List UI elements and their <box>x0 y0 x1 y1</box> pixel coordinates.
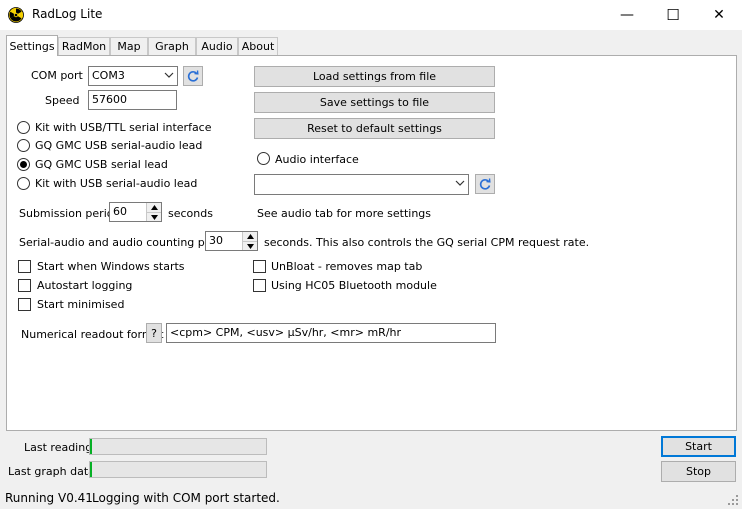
chevron-down-icon <box>150 214 158 220</box>
radio-gq-serial-audio-label: GQ GMC USB serial-audio lead <box>35 139 203 152</box>
serial-audio-period-value: 30 <box>209 234 223 247</box>
close-icon: ✕ <box>713 7 725 23</box>
tab-settings[interactable]: Settings <box>6 35 58 56</box>
submission-unit-label: seconds <box>168 207 213 220</box>
radio-gq-serial-audio[interactable] <box>17 139 30 152</box>
com-port-refresh-button[interactable] <box>183 66 203 86</box>
title-bar: RadLog Lite — ☐ ✕ <box>0 0 742 30</box>
com-port-select[interactable]: COM3 <box>88 66 178 86</box>
chevron-down-icon <box>455 180 465 186</box>
submission-period-label: Submission period <box>19 207 121 220</box>
checkbox-autostart-logging[interactable] <box>18 279 31 292</box>
chevron-down-icon <box>164 72 174 78</box>
last-reading-progress <box>89 438 267 455</box>
last-graph-progress <box>89 461 267 478</box>
radio-gq-serial-label: GQ GMC USB serial lead <box>35 158 168 171</box>
minimize-icon: — <box>620 7 634 23</box>
tab-audio[interactable]: Audio <box>196 37 238 55</box>
minimize-button[interactable]: — <box>604 0 650 30</box>
serial-audio-period-label: Serial-audio and audio counting period <box>19 236 233 249</box>
chevron-up-icon <box>150 205 158 210</box>
close-button[interactable]: ✕ <box>696 0 742 30</box>
checkbox-autostart-logging-label: Autostart logging <box>37 279 133 292</box>
audio-interface-select[interactable] <box>254 174 469 195</box>
readout-help-button[interactable]: ? <box>146 323 162 343</box>
readout-format-input[interactable]: <cpm> CPM, <usv> µSv/hr, <mr> mR/hr <box>166 323 496 343</box>
radio-kit-serial-audio-label: Kit with USB serial-audio lead <box>35 177 198 190</box>
load-settings-button[interactable]: Load settings from file <box>254 66 495 87</box>
radio-usb-ttl[interactable] <box>17 121 30 134</box>
maximize-icon: ☐ <box>666 6 680 24</box>
chevron-up-icon <box>246 234 254 239</box>
reset-settings-button[interactable]: Reset to default settings <box>254 118 495 139</box>
status-bar: Running V0.41 Logging with COM port star… <box>0 488 742 509</box>
radio-usb-ttl-label: Kit with USB/TTL serial interface <box>35 121 212 134</box>
audio-tab-note: See audio tab for more settings <box>257 207 432 220</box>
tab-radmon[interactable]: RadMon <box>58 37 110 55</box>
chevron-down-icon <box>246 243 254 249</box>
spin-up-button[interactable] <box>242 232 257 241</box>
submission-period-value: 60 <box>113 205 127 218</box>
radio-audio-interface[interactable] <box>257 152 270 165</box>
last-reading-progress-fill <box>90 439 92 454</box>
refresh-icon <box>479 178 491 190</box>
audio-interface-label: Audio interface <box>275 153 359 166</box>
last-graph-label: Last graph data <box>8 465 95 478</box>
status-version: V0.41 <box>58 491 93 505</box>
stop-button[interactable]: Stop <box>661 461 736 482</box>
serial-audio-period-spinner[interactable]: 30 <box>205 231 258 251</box>
spin-up-button[interactable] <box>146 203 161 212</box>
checkbox-start-minimised-label: Start minimised <box>37 298 125 311</box>
speed-input[interactable]: 57600 <box>88 90 177 110</box>
checkbox-start-with-windows-label: Start when Windows starts <box>37 260 185 273</box>
checkbox-hc05-label: Using HC05 Bluetooth module <box>271 279 437 292</box>
tab-map[interactable]: Map <box>110 37 148 55</box>
checkbox-unbloat[interactable] <box>253 260 266 273</box>
tab-about[interactable]: About <box>238 37 278 55</box>
tab-graph[interactable]: Graph <box>148 37 196 55</box>
readout-format-label: Numerical readout format <box>21 328 164 341</box>
spin-down-button[interactable] <box>242 241 257 250</box>
checkbox-start-minimised[interactable] <box>18 298 31 311</box>
window-title: RadLog Lite <box>32 7 103 21</box>
checkbox-unbloat-label: UnBloat - removes map tab <box>271 260 423 273</box>
audio-refresh-button[interactable] <box>475 174 495 194</box>
com-port-label: COM port <box>31 69 83 82</box>
spin-down-button[interactable] <box>146 212 161 221</box>
status-message: Logging with COM port started. <box>92 491 280 505</box>
settings-panel: COM port COM3 Speed 57600 Load settings … <box>6 55 737 431</box>
save-settings-button[interactable]: Save settings to file <box>254 92 495 113</box>
status-state: Running <box>5 491 55 505</box>
com-port-value: COM3 <box>92 69 125 82</box>
last-reading-label: Last reading <box>24 441 93 454</box>
radio-kit-serial-audio[interactable] <box>17 177 30 190</box>
last-graph-progress-fill <box>90 462 92 477</box>
radiation-icon <box>8 7 24 23</box>
refresh-icon <box>187 70 199 82</box>
resize-grip-icon[interactable] <box>727 494 739 506</box>
radio-gq-serial[interactable] <box>17 158 30 171</box>
maximize-button[interactable]: ☐ <box>650 0 696 30</box>
serial-audio-note: seconds. This also controls the GQ seria… <box>264 236 590 249</box>
submission-period-spinner[interactable]: 60 <box>109 202 162 222</box>
speed-label: Speed <box>45 94 80 107</box>
checkbox-hc05[interactable] <box>253 279 266 292</box>
checkbox-start-with-windows[interactable] <box>18 260 31 273</box>
start-button[interactable]: Start <box>661 436 736 457</box>
